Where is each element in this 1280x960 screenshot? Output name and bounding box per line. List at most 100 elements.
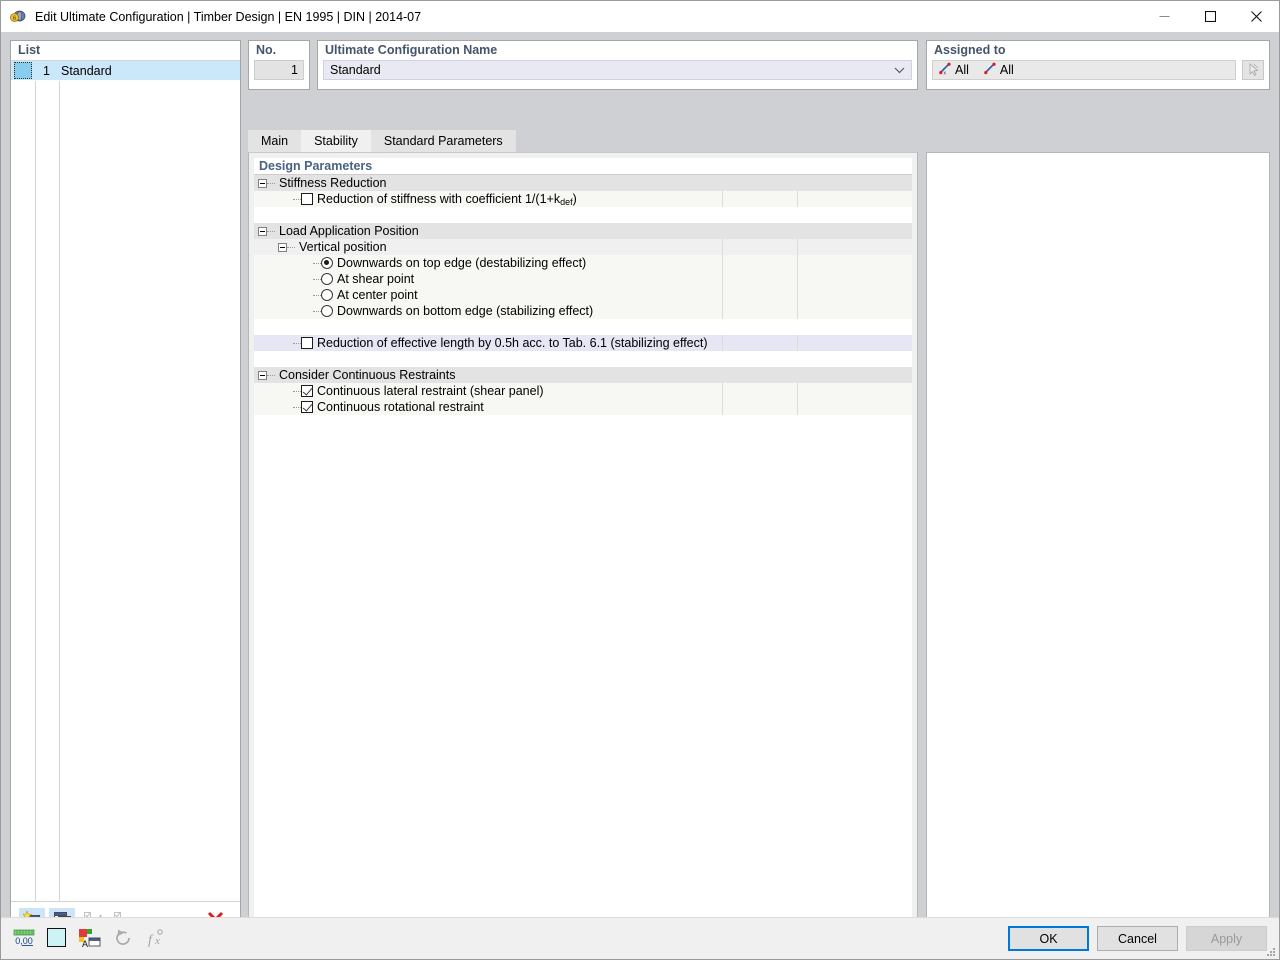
tree-line	[313, 278, 321, 280]
collapse-icon[interactable]	[258, 226, 267, 236]
table-row-highlighted[interactable]: Reduction of effective length by 0.5h ac…	[254, 335, 912, 351]
surface-icon	[984, 62, 997, 78]
reset-button[interactable]	[109, 925, 136, 950]
table-row[interactable]: At center point	[254, 287, 912, 303]
table-row-spacer	[254, 319, 912, 335]
pick-cursor-icon[interactable]	[1242, 60, 1264, 80]
group-label: Load Application Position	[279, 224, 419, 238]
cell-col2	[722, 367, 797, 383]
tree-line	[293, 390, 301, 392]
table-row-spacer	[254, 207, 912, 223]
cell-col3	[797, 191, 912, 207]
row-label-tail: )	[572, 192, 577, 206]
assigned-to-label: Assigned to	[934, 43, 1006, 57]
ok-button[interactable]: OK	[1008, 926, 1089, 951]
formula-button[interactable]: f x	[142, 925, 169, 950]
list-item[interactable]: 1 Standard	[11, 61, 240, 80]
cell-col2	[722, 239, 797, 255]
list-item-number: 1	[43, 63, 50, 78]
tree-line	[313, 294, 321, 296]
svg-text:x: x	[944, 71, 947, 76]
cell-col2	[722, 303, 797, 319]
cancel-button[interactable]: Cancel	[1097, 926, 1178, 951]
cell-col3	[797, 335, 912, 351]
tab-strip: Main Stability Standard Parameters	[248, 130, 1270, 152]
svg-text:f: f	[148, 933, 154, 948]
svg-text:A: A	[82, 939, 88, 948]
configuration-name-value: Standard	[330, 63, 381, 77]
member-icon: x	[939, 62, 952, 78]
checkbox-continuous-rotational-restraint[interactable]	[301, 401, 313, 413]
cell-col2	[722, 191, 797, 207]
cell-col3	[797, 255, 912, 271]
list-column-divider-2	[59, 81, 60, 901]
assigned-members: x All	[939, 62, 969, 78]
table-row[interactable]: Reduction of stiffness with coefficient …	[254, 191, 912, 207]
radio-downwards-bottom-edge[interactable]	[321, 305, 333, 317]
table-row-group[interactable]: Stiffness Reduction	[254, 175, 912, 191]
configuration-list-panel: List 1 Standard	[10, 40, 241, 938]
cell-col3	[797, 239, 912, 255]
checkbox-continuous-lateral-restraint[interactable]	[301, 385, 313, 397]
list-header-label: List	[11, 41, 240, 61]
collapse-icon[interactable]	[258, 178, 267, 188]
list-body	[11, 81, 240, 901]
radio-at-shear-point[interactable]	[321, 273, 333, 285]
table-row[interactable]: At shear point	[254, 271, 912, 287]
tree-line	[313, 310, 321, 312]
assigned-surfaces-value: All	[999, 63, 1014, 77]
row-label: Downwards on top edge (destabilizing eff…	[337, 256, 587, 270]
radio-at-center-point[interactable]	[321, 289, 333, 301]
checkbox-reduction-of-stiffness[interactable]	[301, 193, 313, 205]
dialog-buttons: OK Cancel Apply	[1008, 926, 1267, 951]
name-panel: Ultimate Configuration Name Standard	[317, 40, 918, 90]
window-title: Edit Ultimate Configuration | Timber Des…	[35, 9, 422, 24]
tree-line	[293, 198, 301, 200]
tree-line	[293, 406, 301, 408]
configuration-name-combobox[interactable]: Standard	[323, 60, 912, 80]
row-label-sub: def	[560, 197, 573, 207]
color-swatch-button[interactable]	[43, 925, 70, 950]
row-label: At shear point	[337, 272, 415, 286]
decimal-places-button[interactable]: 0,00	[10, 925, 37, 950]
radio-downwards-top-edge[interactable]	[321, 257, 333, 269]
display-properties-button[interactable]: A	[76, 925, 103, 950]
table-row[interactable]: Continuous lateral restraint (shear pane…	[254, 383, 912, 399]
cell-col3	[797, 383, 912, 399]
table-row-group[interactable]: Consider Continuous Restraints	[254, 367, 912, 383]
group-label: Stiffness Reduction	[279, 176, 387, 190]
table-row[interactable]: Downwards on bottom edge (stabilizing ef…	[254, 303, 912, 319]
assigned-to-panel: Assigned to x All All	[926, 40, 1270, 90]
number-input[interactable]: 1	[254, 60, 304, 80]
cell-col3	[797, 287, 912, 303]
cell-col3	[797, 175, 912, 191]
tab-standard-parameters[interactable]: Standard Parameters	[370, 130, 516, 152]
dialog-body: List 1 Standard No. 1 Ultimate Configura…	[1, 32, 1279, 959]
collapse-icon[interactable]	[278, 242, 287, 252]
maximize-button[interactable]	[1187, 1, 1233, 32]
table-row-spacer	[254, 351, 912, 367]
table-row[interactable]: Continuous rotational restraint	[254, 399, 912, 415]
assigned-to-field[interactable]: x All All	[932, 60, 1236, 80]
table-row-subgroup[interactable]: Vertical position	[254, 239, 912, 255]
chevron-down-icon[interactable]	[894, 61, 905, 79]
row-selector[interactable]	[14, 62, 32, 79]
preview-panel	[926, 152, 1270, 938]
title-bar: 6 Edit Ultimate Configuration | Timber D…	[1, 1, 1279, 32]
table-row[interactable]: Downwards on top edge (destabilizing eff…	[254, 255, 912, 271]
checkbox-reduction-effective-length[interactable]	[301, 337, 313, 349]
number-label: No.	[256, 43, 277, 57]
close-button[interactable]	[1233, 1, 1279, 32]
tab-stability[interactable]: Stability	[301, 130, 371, 152]
tab-main[interactable]: Main	[248, 130, 302, 152]
cell-col2	[722, 255, 797, 271]
table-row-group[interactable]: Load Application Position	[254, 223, 912, 239]
resize-grip[interactable]	[1264, 945, 1276, 957]
collapse-icon[interactable]	[258, 370, 267, 380]
assigned-members-value: All	[955, 63, 969, 77]
apply-button: Apply	[1186, 926, 1267, 951]
minimize-button[interactable]	[1141, 1, 1187, 32]
tree-line	[313, 262, 321, 264]
row-label: Reduction of effective length by 0.5h ac…	[317, 336, 708, 350]
stability-tab-panel: Design Parameters Stiffness Reduction Re…	[248, 152, 918, 938]
